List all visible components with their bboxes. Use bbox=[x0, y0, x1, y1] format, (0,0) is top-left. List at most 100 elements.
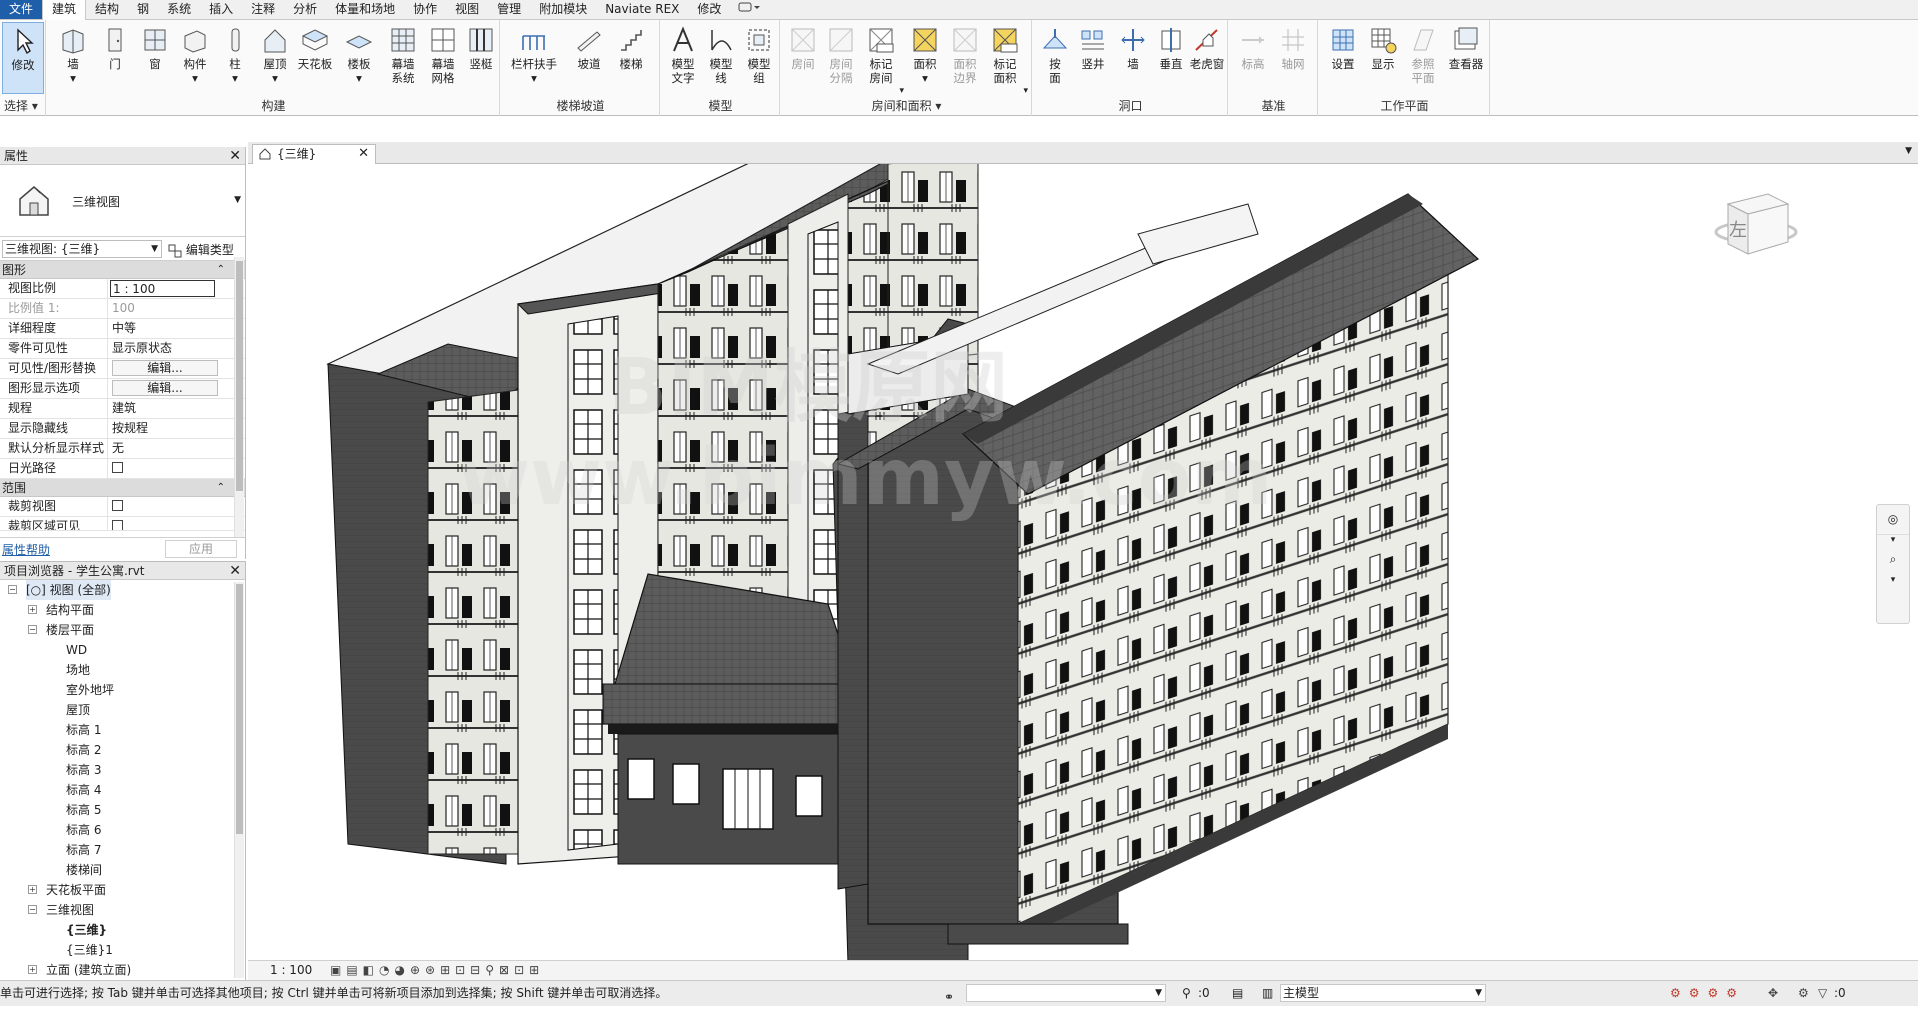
tab-massing-site[interactable]: 体量和场地 bbox=[326, 0, 404, 19]
room-button[interactable]: 房间 bbox=[784, 22, 822, 92]
roof-button[interactable]: 屋顶 ▾ bbox=[256, 22, 294, 92]
browser-tree-item[interactable]: 屋顶 bbox=[0, 700, 245, 720]
browser-tree-item[interactable]: 场地 bbox=[0, 660, 245, 680]
browser-tree-item[interactable]: + 立面 (建筑立面) bbox=[0, 960, 245, 980]
browser-tree-item[interactable]: 标高 4 bbox=[0, 780, 245, 800]
prop-row[interactable]: 规程 建筑 bbox=[0, 399, 245, 419]
tab-file[interactable]: 文件 bbox=[0, 0, 43, 19]
browser-tree-item[interactable]: 标高 2 bbox=[0, 740, 245, 760]
tab-manage[interactable]: 管理 bbox=[488, 0, 530, 19]
collapse-icon[interactable]: − bbox=[28, 905, 37, 914]
apply-button[interactable]: 应用 bbox=[165, 540, 237, 558]
sun-path-checkbox[interactable] bbox=[112, 462, 123, 473]
type-selector[interactable]: 三维视图 ▼ bbox=[0, 165, 245, 237]
close-icon[interactable]: ✕ bbox=[229, 147, 241, 165]
tag-room-button[interactable]: 标记 房间 ▾ bbox=[862, 22, 904, 96]
properties-help-link[interactable]: 属性帮助 bbox=[2, 541, 50, 558]
chevron-down-icon[interactable]: ▾ bbox=[1877, 575, 1909, 585]
wall-opening-button[interactable]: 墙 bbox=[1114, 22, 1152, 92]
browser-tree-item[interactable]: − 三维视图 bbox=[0, 900, 245, 920]
ribbon-options-dropdown[interactable] bbox=[730, 0, 768, 19]
modify-button[interactable]: 修改 bbox=[2, 22, 44, 94]
show-workplane-button[interactable]: 显示 bbox=[1364, 22, 1402, 92]
grid-button[interactable]: 轴网 bbox=[1274, 22, 1312, 92]
browser-tree-item[interactable]: 标高 6 bbox=[0, 820, 245, 840]
3d-view-canvas[interactable]: BIM模原网 www.bimmyw.com 左 ◎ ▾ ⌕ ▾ bbox=[248, 164, 1918, 960]
tab-menu-icon[interactable]: ▼ bbox=[1905, 146, 1912, 156]
expand-icon[interactable]: + bbox=[28, 605, 37, 614]
dormer-button[interactable]: 老虎窗 bbox=[1188, 22, 1226, 92]
browser-tree-item[interactable]: 标高 7 bbox=[0, 840, 245, 860]
curtain-system-button[interactable]: 幕墙 系统 bbox=[384, 22, 422, 92]
expand-icon[interactable]: + bbox=[28, 885, 37, 894]
by-face-button[interactable]: 按 面 bbox=[1036, 22, 1074, 92]
browser-tree-item[interactable]: WD bbox=[0, 640, 245, 660]
browser-tree-item[interactable]: 楼梯间 bbox=[0, 860, 245, 880]
view-control-icons[interactable]: ▣▤◧◔◕⊕⊛⊞⊡⊟⚲⊠⊡⊞ bbox=[330, 961, 544, 980]
set-workplane-button[interactable]: 设置 bbox=[1324, 22, 1362, 92]
workset-icon[interactable]: ⚭ bbox=[944, 985, 960, 1004]
selection-filter-icons[interactable]: ⚙⚙⚙⚙ bbox=[1670, 981, 1745, 1005]
view-instance-select[interactable]: 三维视图: {三维} ▼ bbox=[2, 240, 162, 258]
close-icon[interactable]: ✕ bbox=[229, 562, 241, 580]
ribbon-group-rooms-label[interactable]: 房间和面积 ▾ bbox=[782, 97, 1031, 114]
drag-elements-icon[interactable]: ✥ bbox=[1768, 981, 1778, 1005]
properties-scrollbar[interactable] bbox=[234, 257, 244, 537]
view-scale-input[interactable]: 1 : 100 bbox=[110, 280, 215, 297]
collapse-icon[interactable]: − bbox=[28, 625, 37, 634]
prop-row[interactable]: 零件可见性 显示原状态 bbox=[0, 339, 245, 359]
model-group-button[interactable]: 模型 组 bbox=[740, 22, 778, 92]
tab-modify[interactable]: 修改 bbox=[688, 0, 730, 19]
background-process-icon[interactable]: ⚙ bbox=[1798, 981, 1809, 1005]
component-button[interactable]: 构件 ▾ bbox=[176, 22, 214, 92]
browser-scrollbar[interactable] bbox=[234, 582, 244, 978]
area-button[interactable]: 面积 ▾ bbox=[906, 22, 944, 92]
ramp-button[interactable]: 坡道 bbox=[570, 22, 608, 92]
main-model-dropdown[interactable]: 主模型 ▼ bbox=[1280, 984, 1486, 1002]
wall-button[interactable]: 墙 ▾ bbox=[54, 22, 92, 92]
model-text-button[interactable]: 模型 文字 bbox=[664, 22, 702, 92]
tag-area-button[interactable]: 标记 面积 ▾ bbox=[986, 22, 1028, 96]
tab-analyze[interactable]: 分析 bbox=[284, 0, 326, 19]
reference-plane-button[interactable]: 参照 平面 bbox=[1404, 22, 1442, 92]
close-icon[interactable]: ✕ bbox=[358, 145, 369, 163]
browser-tree-item[interactable]: 室外地坪 bbox=[0, 680, 245, 700]
chevron-down-icon[interactable]: ▼ bbox=[234, 195, 241, 205]
floor-button[interactable]: 楼板 ▾ bbox=[340, 22, 378, 92]
area-boundary-button[interactable]: 面积 边界 bbox=[946, 22, 984, 92]
tab-annotate[interactable]: 注释 bbox=[242, 0, 284, 19]
section-graphics[interactable]: 图形 ⌃ bbox=[0, 261, 245, 279]
view-scale-label[interactable]: 1 : 100 bbox=[270, 961, 312, 980]
vertical-opening-button[interactable]: 垂直 bbox=[1152, 22, 1190, 92]
browser-tree-item[interactable]: {三维} bbox=[0, 920, 245, 940]
ceiling-button[interactable]: 天花板 bbox=[296, 22, 334, 92]
browser-tree-item[interactable]: − 楼层平面 bbox=[0, 620, 245, 640]
tab-3d-view[interactable]: {三维} ✕ bbox=[252, 144, 376, 164]
shaft-button[interactable]: 竖井 bbox=[1074, 22, 1112, 92]
mullion-button[interactable]: 竖梃 bbox=[462, 22, 500, 92]
tab-collaborate[interactable]: 协作 bbox=[404, 0, 446, 19]
design-option-set-icon[interactable]: ▥ bbox=[1262, 981, 1273, 1005]
chevron-down-icon[interactable]: ▾ bbox=[1877, 535, 1909, 545]
browser-tree-item[interactable]: {三维}1 bbox=[0, 940, 245, 960]
workset-dropdown[interactable]: ▼ bbox=[966, 984, 1166, 1002]
prop-row[interactable]: 默认分析显示样式无 bbox=[0, 439, 245, 459]
browser-tree-item[interactable]: 标高 1 bbox=[0, 720, 245, 740]
browser-tree-item[interactable]: − [○] 视图 (全部) bbox=[0, 580, 245, 600]
railing-button[interactable]: 栏杆扶手 ▾ bbox=[506, 22, 562, 92]
zoom-icon[interactable]: ⌕ bbox=[1877, 545, 1909, 575]
browser-tree-item[interactable]: 标高 5 bbox=[0, 800, 245, 820]
browser-tree-item[interactable]: + 结构平面 bbox=[0, 600, 245, 620]
tab-addins[interactable]: 附加模块 bbox=[530, 0, 596, 19]
crop-view-checkbox[interactable] bbox=[112, 500, 123, 511]
model-line-button[interactable]: 模型 线 bbox=[702, 22, 740, 92]
tab-naviate-rex[interactable]: Naviate REX bbox=[596, 0, 688, 19]
steering-wheel-icon[interactable]: ◎ bbox=[1877, 505, 1909, 535]
door-button[interactable]: 门 bbox=[96, 22, 134, 92]
ribbon-group-select-label[interactable]: 选择 ▾ bbox=[0, 97, 45, 114]
curtain-grid-button[interactable]: 幕墙 网格 bbox=[424, 22, 462, 92]
collapse-icon[interactable]: − bbox=[8, 585, 17, 594]
tab-systems[interactable]: 系统 bbox=[158, 0, 200, 19]
graphic-display-edit-button[interactable]: 编辑... bbox=[112, 380, 218, 396]
prop-row[interactable]: 显示隐藏线 按规程 bbox=[0, 419, 245, 439]
